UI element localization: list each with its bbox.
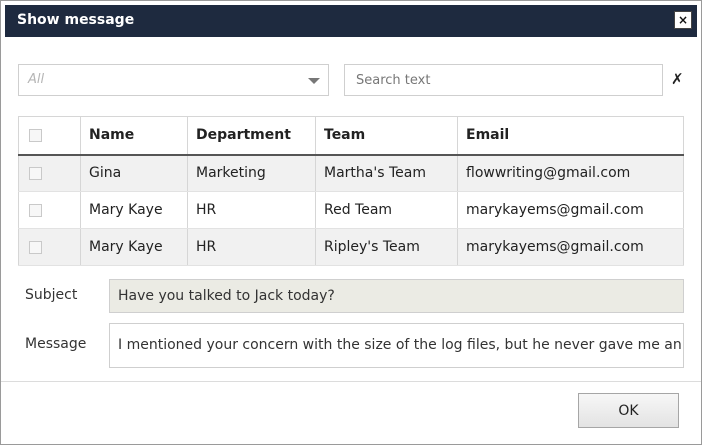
cell-department: HR (187, 191, 316, 229)
search-input[interactable] (344, 64, 663, 96)
table-row[interactable]: Gina Marketing Martha's Team flowwriting… (18, 154, 684, 192)
select-all-checkbox[interactable] (29, 128, 42, 142)
row-select-cell (18, 228, 81, 266)
select-all-header (18, 116, 81, 156)
dialog-title: Show message (17, 12, 135, 28)
subject-label: Subject (25, 287, 78, 303)
subject-field: Have you talked to Jack today? (109, 279, 684, 313)
cell-name: Mary Kaye (80, 228, 188, 266)
chevron-down-icon (308, 78, 320, 84)
column-header-email[interactable]: Email (457, 116, 684, 156)
row-checkbox[interactable] (29, 203, 42, 217)
cell-team: Ripley's Team (315, 228, 458, 266)
recipients-table: Name Department Team Email Gina Marketin… (18, 116, 684, 266)
message-label: Message (25, 336, 87, 352)
cell-department: Marketing (187, 154, 316, 192)
dialog-titlebar: Show message × (5, 5, 697, 37)
row-select-cell (18, 154, 81, 192)
table-row[interactable]: Mary Kaye HR Red Team marykayems@gmail.c… (18, 191, 684, 229)
table-header-row: Name Department Team Email (18, 116, 684, 156)
clear-search-icon[interactable]: ✗ (671, 70, 684, 88)
cell-name: Gina (80, 154, 188, 192)
cell-department: HR (187, 228, 316, 266)
ok-button[interactable]: OK (578, 393, 679, 428)
column-header-department[interactable]: Department (187, 116, 316, 156)
column-header-team[interactable]: Team (315, 116, 458, 156)
cell-email: marykayems@gmail.com (457, 191, 684, 229)
cell-team: Red Team (315, 191, 458, 229)
row-checkbox[interactable] (29, 166, 42, 180)
filter-dropdown[interactable]: All (18, 64, 329, 96)
row-select-cell (18, 191, 81, 229)
cell-team: Martha's Team (315, 154, 458, 192)
footer-divider (1, 381, 701, 382)
message-field: I mentioned your concern with the size o… (109, 323, 684, 368)
row-checkbox[interactable] (29, 240, 42, 254)
filter-dropdown-value: All (28, 72, 45, 87)
cell-email: marykayems@gmail.com (457, 228, 684, 266)
table-row[interactable]: Mary Kaye HR Ripley's Team marykayems@gm… (18, 228, 684, 266)
column-header-name[interactable]: Name (80, 116, 188, 156)
close-icon[interactable]: × (674, 11, 692, 29)
cell-name: Mary Kaye (80, 191, 188, 229)
show-message-dialog: Show message × All ✗ Name Department Tea… (0, 0, 702, 445)
cell-email: flowwriting@gmail.com (457, 154, 684, 192)
